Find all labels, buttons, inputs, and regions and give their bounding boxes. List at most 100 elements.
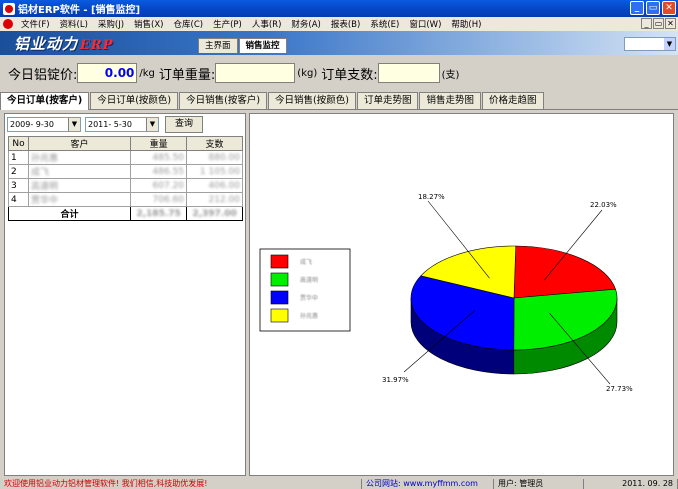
banner-combo[interactable]: ▼ <box>624 37 676 51</box>
pie-slice <box>513 245 616 299</box>
row-count: 406.00 <box>186 178 243 193</box>
menu-hr[interactable]: 人事(R) <box>247 18 287 30</box>
table-row[interactable]: 2 成飞 486.55 1 105.00 <box>8 164 243 179</box>
legend-swatch <box>270 290 289 305</box>
total-count: 2,397.00 <box>186 206 243 221</box>
row-customer: 孙兆惠 <box>27 150 132 165</box>
mdi-controls: _ ▭ ✕ <box>641 18 676 29</box>
column-header-count[interactable]: 支数 <box>186 136 243 151</box>
column-header-customer[interactable]: 客户 <box>27 136 132 151</box>
total-label: 合计 <box>7 206 132 221</box>
order-count-field[interactable] <box>377 63 440 83</box>
restore-button[interactable]: ▭ <box>646 1 660 15</box>
order-weight-unit: (kg) <box>297 67 318 79</box>
query-button[interactable]: 查询 <box>165 116 203 133</box>
order-count-unit: (支) <box>441 69 460 81</box>
ingot-price-field[interactable]: 0.00 <box>77 63 138 83</box>
menu-bar: 文件(F) 资料(L) 采购(J) 销售(X) 仓库(C) 生产(P) 人事(R… <box>0 17 678 31</box>
menu-file[interactable]: 文件(F) <box>16 18 55 30</box>
row-no: 3 <box>8 178 29 193</box>
row-weight: 486.55 <box>130 164 188 179</box>
tab-today-sales-by-customer[interactable]: 今日销售(按客户) <box>179 92 268 109</box>
menu-system[interactable]: 系统(E) <box>365 18 404 30</box>
menu-finance[interactable]: 财务(A) <box>286 18 325 30</box>
chevron-down-icon[interactable]: ▼ <box>68 118 80 131</box>
order-count-label: 订单支数: <box>321 67 378 83</box>
stats-row: 今日铝锭价: 0.00 /kg 订单重量: (kg) 订单支数: (支) <box>0 58 678 88</box>
total-row: 合计 2,185.75 2,397.00 <box>7 206 243 221</box>
chevron-down-icon[interactable]: ▼ <box>146 118 158 131</box>
order-weight-label: 订单重量: <box>158 67 216 83</box>
row-count: 880.00 <box>186 150 243 165</box>
window-controls: _ ▭ ✕ <box>630 1 676 15</box>
chevron-down-icon[interactable]: ▼ <box>664 38 675 50</box>
table-row[interactable]: 1 孙兆惠 485.50 880.00 <box>8 150 243 165</box>
order-weight-field[interactable] <box>215 63 296 83</box>
mdi-close-button[interactable]: ✕ <box>665 18 676 29</box>
menu-purchase[interactable]: 采购(J) <box>93 18 129 30</box>
table-row[interactable]: 3 高遠明 607.20 406.00 <box>8 178 243 193</box>
menu-reports[interactable]: 报表(B) <box>326 18 365 30</box>
logo: 铝业动力 ERP <box>14 33 114 54</box>
menu-data[interactable]: 资料(L) <box>55 18 93 30</box>
status-date: 2011. 09. 28 <box>584 479 678 489</box>
legend-entry: 贾华中 <box>300 294 318 302</box>
logo-erp: ERP <box>80 38 114 53</box>
total-weight: 2,185.75 <box>130 206 188 221</box>
column-header-weight[interactable]: 重量 <box>130 136 188 151</box>
tab-today-sales-by-color[interactable]: 今日销售(按颜色) <box>268 92 356 109</box>
column-header-no[interactable]: No <box>8 136 29 151</box>
row-weight: 485.50 <box>130 150 188 165</box>
function-tabs: 今日订单(按客户) 今日订单(按颜色) 今日销售(按客户) 今日销售(按颜色) … <box>0 92 678 110</box>
tab-today-orders-by-customer[interactable]: 今日订单(按客户) <box>0 92 90 110</box>
pie-chart: 22.03% 27.73% 31.97% 18.27% 成飞高遠明贾华中孙兆惠 <box>259 193 633 393</box>
orders-panel: 2009- 9-30 ▼ 2011- 5-30 ▼ 查询 No 客户 重量 支数… <box>4 113 246 476</box>
row-count: 1 105.00 <box>186 164 243 179</box>
status-bar: 欢迎使用铝业动力铝材管理软件! 我们相信,科技助优发展! 公司网站: www.m… <box>0 479 678 489</box>
tab-today-orders-by-color[interactable]: 今日订单(按颜色) <box>90 92 179 109</box>
legend-entry: 高遠明 <box>300 276 318 284</box>
logo-text: 铝业动力 <box>14 35 79 53</box>
pie-data-label: 27.73% <box>606 385 633 393</box>
mdi-restore-button[interactable]: ▭ <box>653 18 664 29</box>
status-user: 用户: 管理员 <box>494 479 584 489</box>
menu-warehouse[interactable]: 仓库(C) <box>169 18 209 30</box>
row-no: 2 <box>8 164 29 179</box>
row-customer: 高遠明 <box>27 178 132 193</box>
menu-help[interactable]: 帮助(H) <box>446 18 486 30</box>
menu-sales[interactable]: 销售(X) <box>129 18 168 30</box>
row-count: 212.00 <box>186 192 243 207</box>
pie-data-label: 18.27% <box>418 193 445 201</box>
status-website[interactable]: 公司网站: www.myffmm.com <box>362 479 494 489</box>
title-bar: 铝材ERP软件 - [销售监控] _ ▭ ✕ <box>0 0 678 17</box>
pie-data-label: 31.97% <box>382 376 409 384</box>
chart-panel: 22.03% 27.73% 31.97% 18.27% 成飞 高遠明 贾华中 孙兆惠 <box>249 113 674 476</box>
table-row[interactable]: 4 贾华中 706.60 212.00 <box>8 192 243 207</box>
tab-sales-trend[interactable]: 销售走势图 <box>419 92 481 109</box>
app-icon[interactable] <box>3 2 15 15</box>
orders-grid: No 客户 重量 支数 1 孙兆惠 485.50 880.00 2 成飞 486… <box>7 136 243 221</box>
ingot-price-label: 今日铝锭价: <box>8 67 78 83</box>
row-no: 4 <box>8 192 29 207</box>
legend-swatch <box>270 272 289 287</box>
row-no: 1 <box>8 150 29 165</box>
close-button[interactable]: ✕ <box>662 1 676 15</box>
tab-order-trend[interactable]: 订单走势图 <box>356 92 419 109</box>
row-weight: 706.60 <box>130 192 188 207</box>
mdi-minimize-button[interactable]: _ <box>641 18 652 29</box>
system-menu-icon[interactable] <box>3 19 13 29</box>
end-date-picker[interactable]: 2011- 5-30 ▼ <box>85 117 159 132</box>
row-weight: 607.20 <box>130 178 188 193</box>
legend-swatch <box>270 308 289 323</box>
document-tabs: 主界面 销售监控 <box>198 38 288 53</box>
minimize-button[interactable]: _ <box>630 1 644 15</box>
status-welcome: 欢迎使用铝业动力铝材管理软件! 我们相信,科技助优发展! <box>0 479 362 489</box>
start-date-picker[interactable]: 2009- 9-30 ▼ <box>7 117 81 132</box>
tab-price-trend[interactable]: 价格走趋图 <box>481 92 544 109</box>
menu-window[interactable]: 窗口(W) <box>404 18 446 30</box>
doc-tab-main[interactable]: 主界面 <box>198 38 238 53</box>
row-customer: 成飞 <box>27 164 132 179</box>
window-title: 铝材ERP软件 - [销售监控] <box>18 5 141 16</box>
doc-tab-sales-monitor[interactable]: 销售监控 <box>238 38 287 53</box>
menu-production[interactable]: 生产(P) <box>208 18 247 30</box>
